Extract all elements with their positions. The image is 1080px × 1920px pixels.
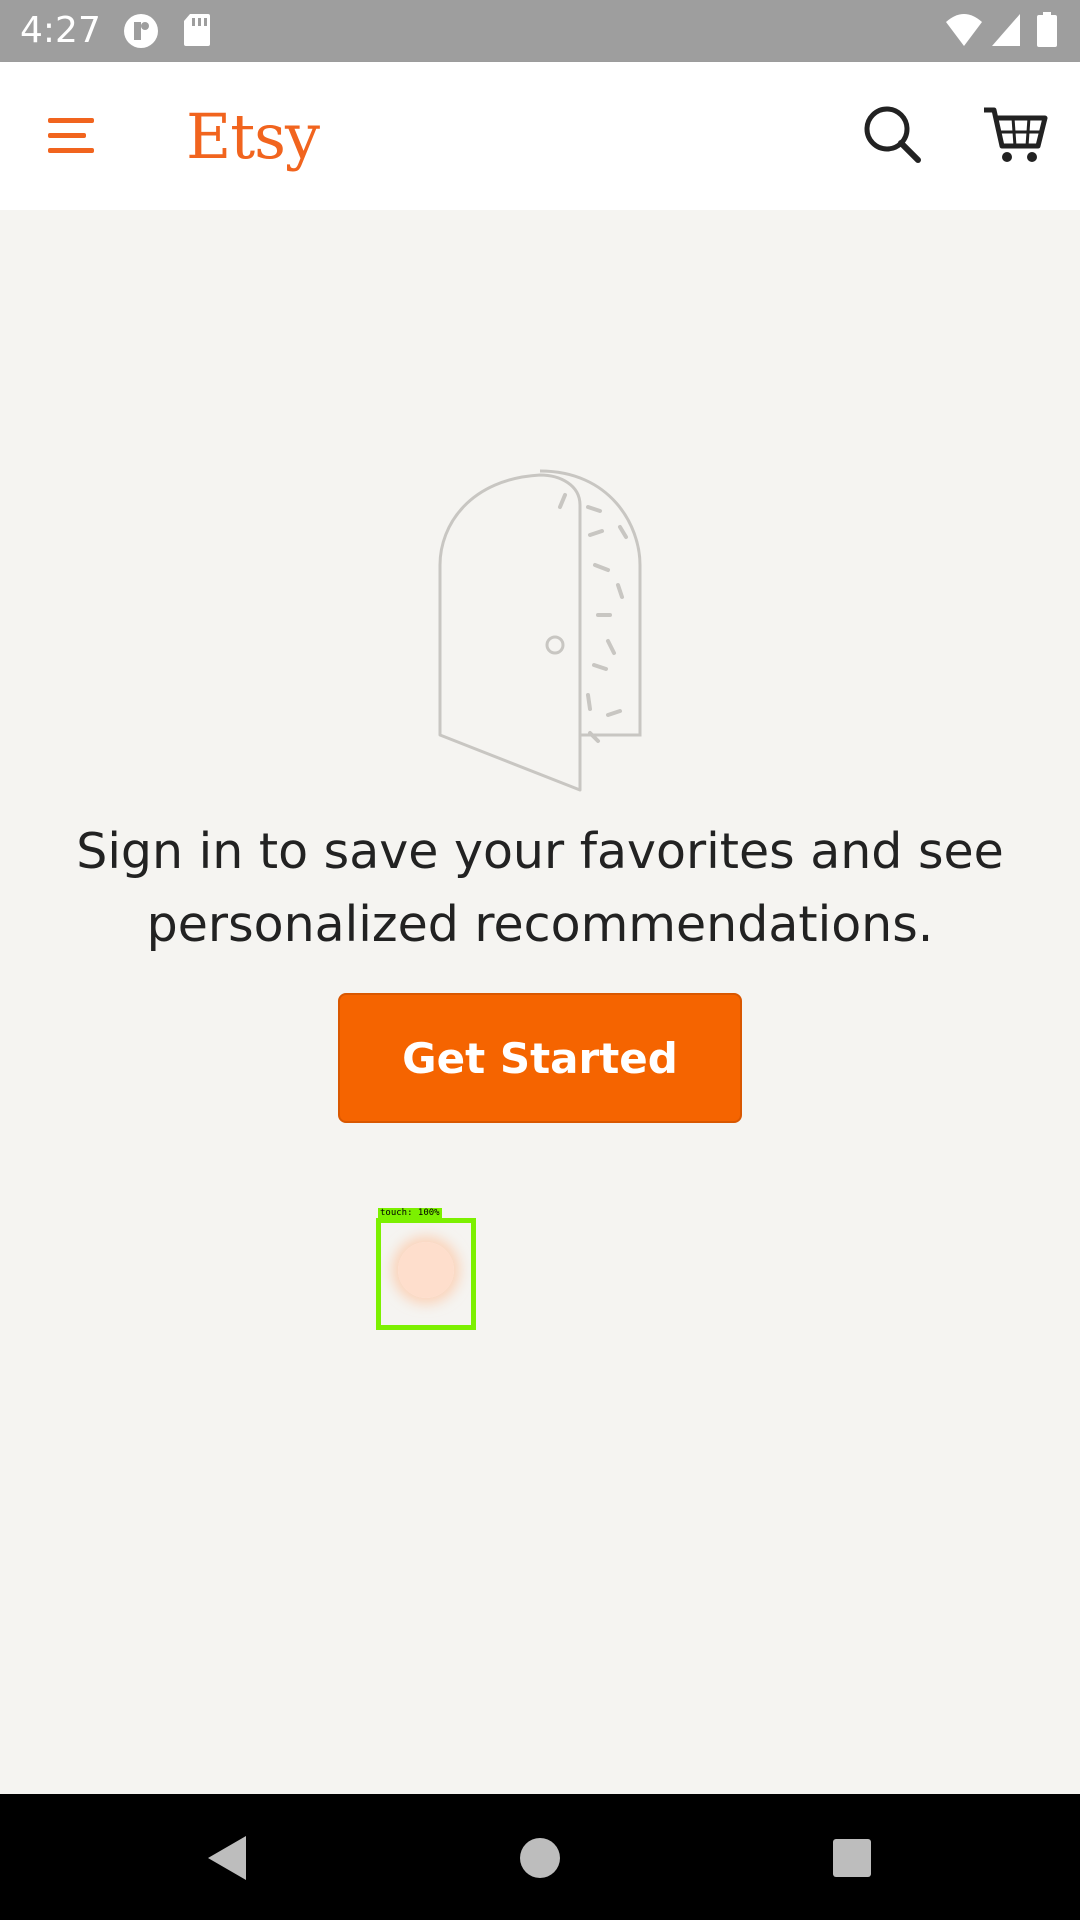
battery-icon — [1037, 12, 1057, 47]
etsy-logo[interactable]: Etsy — [186, 100, 320, 173]
home-icon[interactable] — [512, 1830, 568, 1886]
notification-app-icon — [124, 14, 158, 48]
signal-icon — [992, 14, 1020, 46]
status-bar: 4:27 — [0, 0, 1080, 62]
shopping-cart-icon[interactable] — [982, 102, 1048, 166]
recents-icon[interactable] — [824, 1830, 880, 1886]
status-time: 4:27 — [20, 10, 101, 51]
hamburger-menu-icon[interactable] — [44, 114, 100, 158]
back-icon[interactable] — [200, 1830, 256, 1886]
get-started-button[interactable]: Get Started — [338, 993, 742, 1123]
get-started-label: Get Started — [402, 1033, 678, 1083]
app-bar: Etsy — [0, 62, 1080, 210]
sign-in-message: Sign in to save your favorites and see p… — [76, 823, 1004, 953]
search-icon[interactable] — [860, 102, 924, 166]
sd-card-icon — [184, 14, 210, 46]
door-icon — [438, 469, 642, 792]
wifi-icon — [946, 14, 982, 46]
system-nav-bar — [0, 1794, 1080, 1920]
